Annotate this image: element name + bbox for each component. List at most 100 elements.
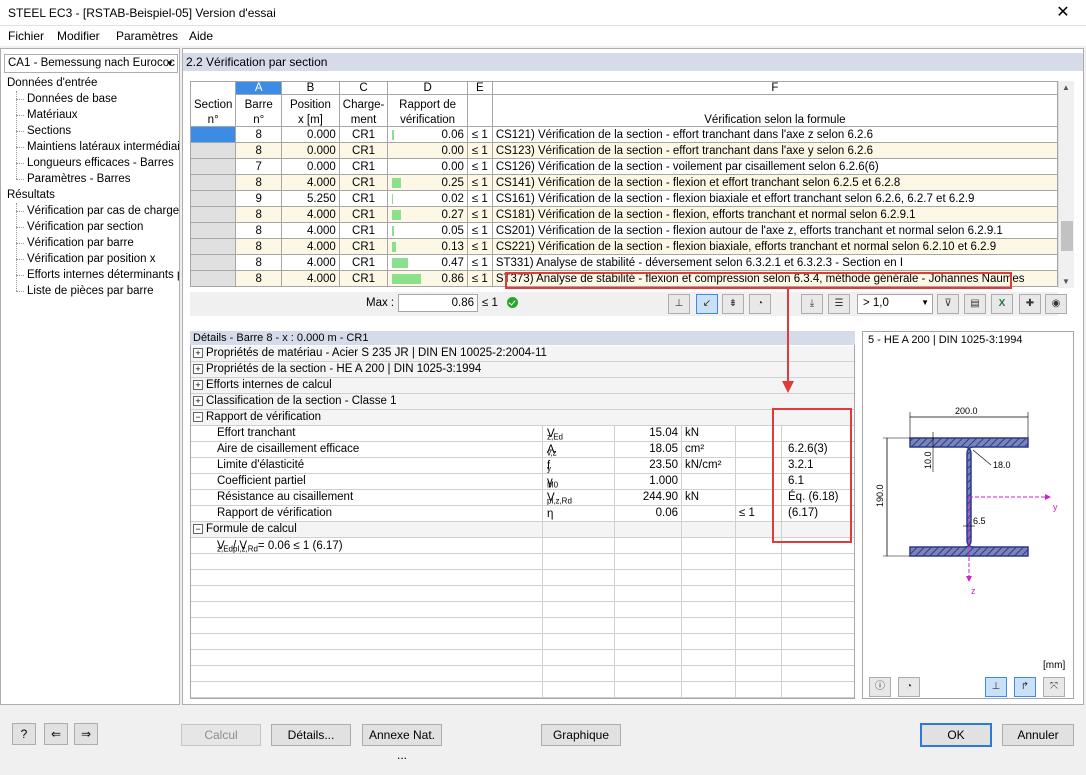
- tree-item-efforts[interactable]: Efforts internes déterminants p: [27, 269, 179, 281]
- col-letter-a[interactable]: A: [235, 81, 283, 95]
- tree-item-donnees-base[interactable]: Données de base: [27, 93, 117, 105]
- cell-charge[interactable]: CR1: [338, 206, 389, 223]
- cell-barre[interactable]: 9: [235, 190, 283, 207]
- info-icon[interactable]: ⓘ: [869, 677, 891, 697]
- row-header[interactable]: [189, 254, 237, 271]
- menu-parametres[interactable]: Paramètres: [116, 29, 178, 43]
- drops-icon-2[interactable]: ◔: [898, 677, 920, 697]
- graphique-button[interactable]: Graphique: [541, 724, 621, 746]
- cell-charge[interactable]: CR1: [338, 190, 389, 207]
- table-row[interactable]: 8 0.000 CR1 0.00 ≤ 1 CS123) Vérification de l…: [189, 142, 1059, 159]
- scroll-up-icon[interactable]: ▲: [1062, 83, 1070, 92]
- menu-modifier[interactable]: Modifier: [57, 29, 100, 43]
- export-icon-2[interactable]: ⇒: [74, 723, 98, 745]
- excel-icon[interactable]: X: [991, 294, 1013, 314]
- annuler-button[interactable]: Annuler: [1002, 724, 1074, 746]
- details-section-rapport[interactable]: − Rapport de vérification: [191, 410, 854, 426]
- details-section-formule[interactable]: − Formule de calcul: [191, 522, 854, 538]
- expand-icon[interactable]: +: [193, 364, 203, 374]
- cell-ratio[interactable]: 0.25: [387, 174, 468, 191]
- member-view-icon[interactable]: ↙: [696, 294, 718, 314]
- tree-results-header[interactable]: Résultats: [7, 189, 55, 201]
- tree-item-materiaux[interactable]: Matériaux: [27, 109, 78, 121]
- color-scale-icon[interactable]: ▤: [964, 294, 986, 314]
- measure-icon[interactable]: ⊥: [985, 677, 1007, 697]
- pin-icon[interactable]: ✚: [1019, 294, 1041, 314]
- detail-row[interactable]: Aire de cisaillement efficace Av,z 18.05 cm…: [191, 442, 854, 458]
- scroll-thumb[interactable]: [1061, 221, 1073, 251]
- export-icon[interactable]: ⤓: [801, 294, 823, 314]
- cell-barre[interactable]: 8: [235, 270, 283, 287]
- eye-icon[interactable]: ◉: [1045, 294, 1067, 314]
- details-section-efforts[interactable]: + Efforts internes de calcul: [191, 378, 854, 394]
- cell-formula[interactable]: CS201) Vérification de la section - flex…: [491, 222, 1059, 239]
- col-letter-c[interactable]: C: [338, 81, 389, 95]
- tree-item-maintiens[interactable]: Maintiens latéraux intermédiaires: [27, 141, 179, 153]
- cell-formula[interactable]: CS221) Vérification de la section - flex…: [491, 238, 1059, 255]
- table-row[interactable]: 8 4.000 CR1 0.47 ≤ 1 ST331) Analyse de stabil…: [189, 254, 1059, 271]
- cell-barre[interactable]: 8: [235, 126, 283, 143]
- col-letter-d[interactable]: D: [387, 81, 468, 95]
- cell-formula[interactable]: CS181) Vérification de la section - flex…: [491, 206, 1059, 223]
- cell-position[interactable]: 4.000: [281, 254, 340, 271]
- tree-item-par-position[interactable]: Vérification par position x: [27, 253, 155, 265]
- cell-charge[interactable]: CR1: [338, 254, 389, 271]
- row-header[interactable]: [189, 190, 237, 207]
- table-row[interactable]: 8 0.000 CR1 0.06 ≤ 1 CS121) Vérification de l…: [189, 126, 1059, 143]
- cell-charge[interactable]: CR1: [338, 270, 389, 287]
- collapse-icon[interactable]: −: [193, 412, 203, 422]
- tree-item-par-barre[interactable]: Vérification par barre: [27, 237, 134, 249]
- help-icon[interactable]: ?: [12, 723, 36, 745]
- details-section-classification[interactable]: + Classification de la section - Classe 1: [191, 394, 854, 410]
- row-header[interactable]: [189, 270, 237, 287]
- cell-position[interactable]: 0.000: [281, 142, 340, 159]
- import-icon[interactable]: ⇐: [44, 723, 68, 745]
- cell-ratio[interactable]: 0.00: [387, 158, 468, 175]
- cell-formula[interactable]: CS121) Vérification de la section - effo…: [491, 126, 1059, 143]
- cell-ratio[interactable]: 0.47: [387, 254, 468, 271]
- col-letter-f[interactable]: F: [491, 81, 1059, 95]
- cell-ratio[interactable]: 0.27: [387, 206, 468, 223]
- cell-barre[interactable]: 8: [235, 238, 283, 255]
- tree-item-longueurs[interactable]: Longueurs efficaces - Barres: [27, 157, 174, 169]
- cell-charge[interactable]: CR1: [338, 142, 389, 159]
- details-section-materiau[interactable]: + Propriétés de matériau - Acier S 235 JR…: [191, 346, 854, 362]
- expand-icon[interactable]: +: [193, 380, 203, 390]
- cell-ratio[interactable]: 0.06: [387, 126, 468, 143]
- cell-charge[interactable]: CR1: [338, 174, 389, 191]
- detail-row[interactable]: Coefficient partiel γ M0 1.000 6.1: [191, 474, 854, 490]
- tree-item-par-section[interactable]: Vérification par section: [27, 221, 143, 233]
- cell-formula[interactable]: ST331) Analyse de stabilité - déversemen…: [491, 254, 1059, 271]
- detail-row[interactable]: Rapport de vérification η 0.06 ≤ 1 (6.17): [191, 506, 854, 522]
- col-letter-e[interactable]: E: [466, 81, 493, 95]
- table-row[interactable]: 8 4.000 CR1 0.13 ≤ 1 CS221) Vérification de l…: [189, 238, 1059, 255]
- expand-icon[interactable]: +: [193, 396, 203, 406]
- cell-barre[interactable]: 8: [235, 254, 283, 271]
- bars-icon[interactable]: ☰: [828, 294, 850, 314]
- collapse-icon[interactable]: −: [193, 524, 203, 534]
- cell-barre[interactable]: 8: [235, 206, 283, 223]
- cell-barre[interactable]: 7: [235, 158, 283, 175]
- cell-position[interactable]: 0.000: [281, 126, 340, 143]
- detail-row[interactable]: Limite d'élasticité f y 23.50 kN/cm² 3.2.1: [191, 458, 854, 474]
- drops-icon[interactable]: ◔: [749, 294, 771, 314]
- cell-charge[interactable]: CR1: [338, 158, 389, 175]
- scroll-down-icon[interactable]: ▼: [1062, 277, 1070, 286]
- detail-row[interactable]: Résistance au cisaillement Vpl,z,Rd 244.90…: [191, 490, 854, 506]
- cell-formula[interactable]: CS123) Vérification de la section - effo…: [491, 142, 1059, 159]
- cell-position[interactable]: 4.000: [281, 174, 340, 191]
- cell-barre[interactable]: 8: [235, 222, 283, 239]
- cell-barre[interactable]: 8: [235, 142, 283, 159]
- detail-row[interactable]: Effort tranchant Vz,Ed 15.04 kN: [191, 426, 854, 442]
- load-view-icon[interactable]: ⇟: [722, 294, 744, 314]
- cell-charge[interactable]: CR1: [338, 126, 389, 143]
- menu-fichier[interactable]: Fichier: [8, 29, 44, 43]
- expand-icon[interactable]: +: [193, 348, 203, 358]
- cell-position[interactable]: 4.000: [281, 238, 340, 255]
- table-row[interactable]: 8 4.000 CR1 0.25 ≤ 1 CS141) Vérification de l…: [189, 174, 1059, 191]
- tree-item-liste-pieces[interactable]: Liste de pièces par barre: [27, 285, 154, 297]
- cell-position[interactable]: 4.000: [281, 270, 340, 287]
- row-header[interactable]: [189, 126, 237, 143]
- details-button[interactable]: Détails...: [271, 724, 351, 746]
- cell-position[interactable]: 4.000: [281, 206, 340, 223]
